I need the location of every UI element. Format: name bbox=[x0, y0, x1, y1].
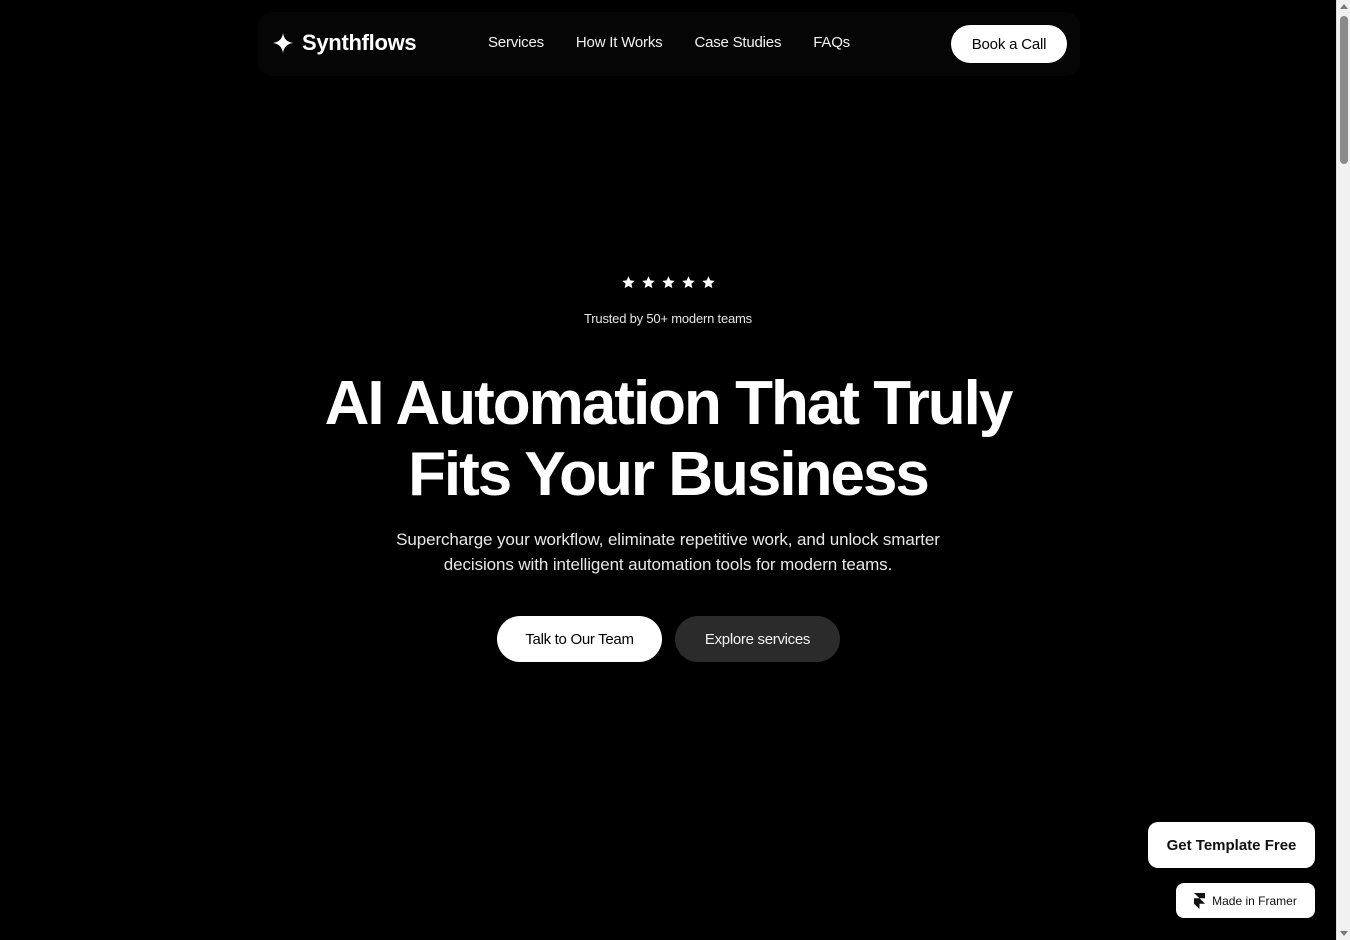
explore-services-button[interactable]: Explore services bbox=[675, 616, 840, 662]
scroll-thumb[interactable] bbox=[1340, 16, 1348, 164]
navbar: Synthflows Services How It Works Case St… bbox=[258, 12, 1080, 76]
hero-subtitle: Supercharge your workflow, eliminate rep… bbox=[0, 527, 1336, 577]
hero-subtitle-line-1: Supercharge your workflow, eliminate rep… bbox=[396, 530, 940, 549]
get-template-button[interactable]: Get Template Free bbox=[1148, 822, 1315, 868]
framer-logo-icon bbox=[1194, 892, 1206, 909]
framer-badge-label: Made in Framer bbox=[1212, 893, 1297, 908]
page: Synthflows Services How It Works Case St… bbox=[0, 0, 1350, 940]
star-icon bbox=[701, 276, 715, 289]
star-icon bbox=[661, 276, 675, 289]
scroll-down-arrow-icon[interactable] bbox=[1340, 931, 1348, 936]
brand-logo[interactable]: Synthflows bbox=[272, 30, 417, 56]
nav-link-how-it-works[interactable]: How It Works bbox=[576, 34, 663, 51]
cta-row: Talk to Our Team Explore services bbox=[497, 616, 840, 662]
made-in-framer-badge[interactable]: Made in Framer bbox=[1176, 883, 1315, 918]
nav-link-case-studies[interactable]: Case Studies bbox=[694, 34, 781, 51]
trusted-text: Trusted by 50+ modern teams bbox=[584, 311, 752, 326]
hero-title-line-2: Fits Your Business bbox=[408, 440, 930, 509]
hero-subtitle-line-2: decisions with intelligent automation to… bbox=[443, 555, 893, 574]
brand-name: Synthflows bbox=[302, 30, 417, 55]
nav-link-services[interactable]: Services bbox=[488, 34, 544, 51]
star-icon bbox=[641, 276, 655, 289]
hero-title: AI Automation That Truly Fits Your Busin… bbox=[0, 368, 1336, 510]
nav-link-faqs[interactable]: FAQs bbox=[813, 34, 850, 51]
talk-to-team-button[interactable]: Talk to Our Team bbox=[497, 616, 662, 662]
nav-links: Services How It Works Case Studies FAQs bbox=[488, 34, 850, 51]
page-scrollbar[interactable] bbox=[1336, 0, 1350, 940]
rating-stars bbox=[0, 275, 1336, 295]
star-icon bbox=[681, 276, 695, 289]
book-call-button[interactable]: Book a Call bbox=[951, 25, 1067, 63]
star-icon bbox=[621, 276, 635, 289]
scroll-up-arrow-icon[interactable] bbox=[1340, 4, 1348, 9]
hero-title-line-1: AI Automation That Truly bbox=[324, 369, 1014, 438]
sparkle-icon bbox=[272, 32, 294, 54]
